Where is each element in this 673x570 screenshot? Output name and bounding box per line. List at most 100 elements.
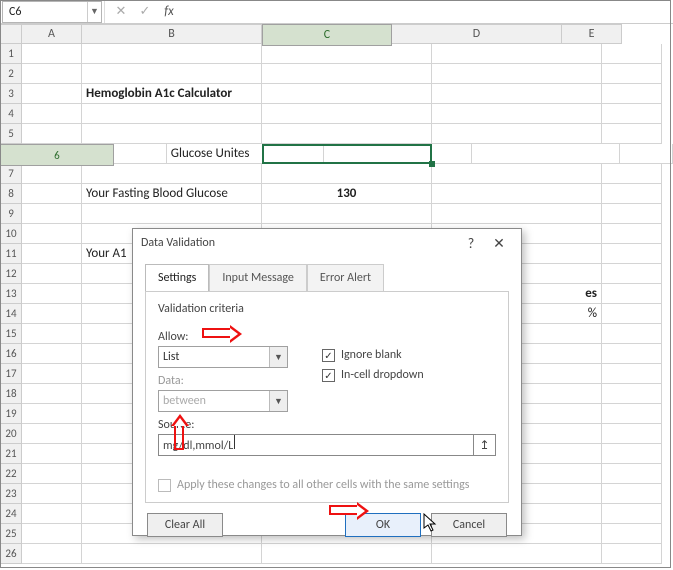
name-box[interactable]: C6 ▼ — [2, 1, 102, 23]
cell-E26[interactable] — [602, 544, 662, 564]
fx-icon[interactable]: fx — [157, 4, 181, 19]
cell-E25[interactable] — [602, 524, 662, 544]
cancel-button[interactable]: Cancel — [431, 513, 507, 537]
dialog-close-icon[interactable]: ✕ — [485, 235, 513, 252]
cell-A2[interactable] — [22, 64, 82, 84]
cell-A24[interactable] — [22, 504, 82, 524]
row-header[interactable]: 1 — [0, 44, 22, 64]
cell-A23[interactable] — [22, 484, 82, 504]
row-header[interactable]: 3 — [0, 84, 22, 104]
cell-A11[interactable] — [22, 244, 82, 264]
formula-bar[interactable] — [187, 3, 673, 21]
cell-A18[interactable] — [22, 384, 82, 404]
cell-B1[interactable] — [82, 44, 262, 64]
row-header[interactable]: 21 — [0, 444, 22, 464]
cell-A21[interactable] — [22, 444, 82, 464]
cell-E21[interactable] — [602, 444, 662, 464]
incell-dropdown-checkbox[interactable]: ✓ In-cell dropdown — [322, 368, 424, 382]
cell-A6[interactable] — [114, 144, 167, 164]
col-header-a[interactable]: A — [22, 24, 82, 44]
row-header[interactable]: 15 — [0, 324, 22, 344]
cell-D8[interactable] — [432, 184, 602, 204]
ignore-blank-checkbox[interactable]: ✓ Ignore blank — [322, 348, 424, 362]
cell-E11[interactable] — [602, 244, 662, 264]
cell-E19[interactable] — [602, 404, 662, 424]
cell-B5[interactable] — [82, 124, 262, 144]
cell-B4[interactable] — [82, 104, 262, 124]
cell-B2[interactable] — [82, 64, 262, 84]
cell-E17[interactable] — [602, 364, 662, 384]
col-header-e[interactable]: E — [562, 24, 622, 44]
cell-D2[interactable] — [432, 64, 602, 84]
cell-A12[interactable] — [22, 264, 82, 284]
cell-C4[interactable] — [262, 104, 432, 124]
cell-B9[interactable] — [82, 204, 262, 224]
cell-C7[interactable] — [262, 164, 432, 184]
row-header[interactable]: 8 — [0, 184, 22, 204]
row-header[interactable]: 24 — [0, 504, 22, 524]
cell-E15[interactable] — [602, 324, 662, 344]
cell-C1[interactable] — [262, 44, 432, 64]
row-header[interactable]: 25 — [0, 524, 22, 544]
name-box-dropdown-icon[interactable]: ▼ — [87, 2, 101, 22]
cell-A3[interactable] — [22, 84, 82, 104]
cell-E8[interactable] — [602, 184, 662, 204]
cell-E13[interactable] — [602, 284, 662, 304]
cell-C9[interactable] — [262, 204, 432, 224]
cell-E9[interactable] — [602, 204, 662, 224]
row-header[interactable]: 11 — [0, 244, 22, 264]
row-header[interactable]: 5 — [0, 124, 22, 144]
apply-to-others-checkbox[interactable]: Apply these changes to all other cells w… — [158, 478, 469, 492]
cell-D7[interactable] — [432, 164, 602, 184]
source-input[interactable]: mg/dl,mmol/L — [158, 434, 474, 456]
cell-E10[interactable] — [602, 224, 662, 244]
cell-A20[interactable] — [22, 424, 82, 444]
cell-A19[interactable] — [22, 404, 82, 424]
cell-B3[interactable]: Hemoglobin A1c Calculator — [82, 84, 262, 104]
cell-C8[interactable]: 130 — [262, 184, 432, 204]
row-header[interactable]: 17 — [0, 364, 22, 384]
row-header[interactable]: 22 — [0, 464, 22, 484]
cell-B8[interactable]: Your Fasting Blood Glucose — [82, 184, 262, 204]
cell-C6[interactable] — [324, 144, 472, 164]
cell-E24[interactable] — [602, 504, 662, 524]
cell-A15[interactable] — [22, 324, 82, 344]
cell-A13[interactable] — [22, 284, 82, 304]
cell-B7[interactable] — [82, 164, 262, 184]
cell-A5[interactable] — [22, 124, 82, 144]
col-header-c[interactable]: C — [262, 24, 392, 46]
row-header[interactable]: 14 — [0, 304, 22, 324]
cell-A22[interactable] — [22, 464, 82, 484]
row-header[interactable]: 18 — [0, 384, 22, 404]
cell-C2[interactable] — [262, 64, 432, 84]
cell-A14[interactable] — [22, 304, 82, 324]
cell-D4[interactable] — [432, 104, 602, 124]
cell-A16[interactable] — [22, 344, 82, 364]
cell-D6[interactable] — [472, 144, 620, 164]
col-header-b[interactable]: B — [82, 24, 262, 44]
cell-E5[interactable] — [602, 124, 662, 144]
row-header[interactable]: 12 — [0, 264, 22, 284]
row-header[interactable]: 19 — [0, 404, 22, 424]
cell-A10[interactable] — [22, 224, 82, 244]
tab-settings[interactable]: Settings — [145, 264, 209, 292]
cell-E6[interactable] — [620, 144, 673, 164]
cell-A9[interactable] — [22, 204, 82, 224]
cell-B6[interactable]: Glucose Unites — [167, 144, 324, 164]
cell-D9[interactable] — [432, 204, 602, 224]
row-header[interactable]: 4 — [0, 104, 22, 124]
row-header[interactable]: 23 — [0, 484, 22, 504]
tab-error-alert[interactable]: Error Alert — [307, 264, 384, 292]
tab-input-message[interactable]: Input Message — [209, 264, 307, 292]
source-range-picker-button[interactable]: ↥ — [474, 434, 496, 456]
cell-A1[interactable] — [22, 44, 82, 64]
cell-D3[interactable] — [432, 84, 602, 104]
cell-A8[interactable] — [22, 184, 82, 204]
cell-E18[interactable] — [602, 384, 662, 404]
row-header[interactable]: 13 — [0, 284, 22, 304]
cell-E12[interactable] — [602, 264, 662, 284]
cell-E14[interactable] — [602, 304, 662, 324]
cell-E16[interactable] — [602, 344, 662, 364]
row-header[interactable]: 26 — [0, 544, 22, 564]
allow-select[interactable]: List ▼ — [158, 346, 288, 368]
